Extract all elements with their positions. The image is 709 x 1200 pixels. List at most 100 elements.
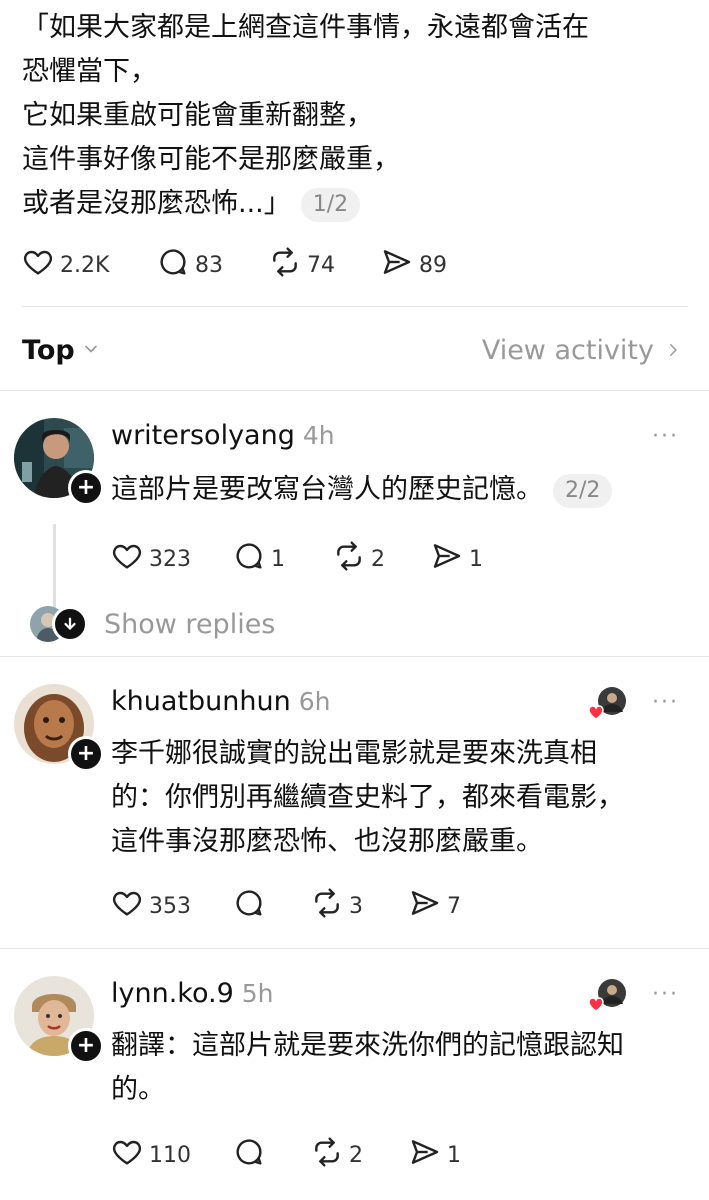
show-replies-link[interactable]: Show replies	[104, 609, 275, 640]
page-indicator[interactable]: 1/2	[300, 187, 361, 222]
post-line: 或者是沒那麼恐怖...」 1/2	[22, 182, 682, 226]
heart-icon	[111, 540, 149, 578]
repost-icon	[333, 540, 371, 578]
comment-bubble-icon	[233, 1136, 271, 1174]
share-count: 1	[447, 1142, 461, 1168]
heart-icon	[111, 887, 149, 925]
like-button[interactable]: 2.2K	[22, 246, 157, 284]
reply-line: 這件事沒那麼恐怖、也沒那麼嚴重。	[111, 826, 543, 857]
reply-text: 李千娜很誠實的說出電影就是要來洗真相 的：你們別再繼續查史料了，都來看電影， 這…	[111, 732, 624, 864]
repost-count: 2	[349, 1142, 363, 1168]
repost-count: 3	[349, 893, 363, 919]
share-button[interactable]: 1	[431, 540, 511, 578]
share-count: 89	[419, 252, 447, 278]
repost-icon	[311, 887, 349, 925]
heart-icon	[22, 246, 60, 284]
like-button[interactable]: 323	[111, 540, 233, 578]
plus-icon: +	[76, 1033, 96, 1058]
post-line: 這件事好像可能不是那麼嚴重，	[22, 144, 400, 175]
send-icon	[431, 540, 469, 578]
comment-count: 1	[271, 546, 285, 572]
repost-icon	[311, 1136, 349, 1174]
username[interactable]: writersolyang	[111, 420, 295, 451]
post-line: 它如果重啟可能會重新翻整，	[22, 100, 373, 131]
post-line-text: 或者是沒那麼恐怖...」	[22, 188, 291, 219]
repost-button[interactable]: 3	[311, 887, 409, 925]
reply-text: 翻譯：這部片就是要來洗你們的記憶跟認知 的。	[111, 1024, 624, 1112]
username[interactable]: lynn.ko.9	[111, 978, 234, 1009]
more-options-button[interactable]: ···	[652, 690, 679, 715]
username[interactable]: khuatbunhun	[111, 686, 291, 717]
like-button[interactable]: 110	[111, 1136, 233, 1174]
sort-label: Top	[22, 334, 75, 366]
like-button[interactable]: 353	[111, 887, 233, 925]
like-count: 353	[149, 893, 191, 919]
send-icon	[409, 1136, 447, 1174]
reply-actions: 323 1 2 1	[111, 540, 511, 578]
more-dots-icon: ···	[652, 690, 679, 715]
like-count: 323	[149, 546, 191, 572]
reply-line: 李千娜很誠實的說出電影就是要來洗真相	[111, 738, 597, 769]
reply-actions: 110 2 1	[111, 1136, 489, 1174]
follow-button[interactable]: +	[68, 1028, 104, 1064]
reply-header: khuatbunhun 6h	[111, 686, 330, 717]
share-button[interactable]: 1	[409, 1136, 489, 1174]
view-activity-label: View activity	[481, 334, 654, 366]
repost-button[interactable]: 2	[311, 1136, 409, 1174]
more-options-button[interactable]: ···	[652, 424, 679, 449]
repost-button[interactable]: 74	[269, 246, 381, 284]
divider	[0, 656, 709, 657]
reply-line: 的。	[111, 1074, 165, 1105]
follow-button[interactable]: +	[68, 736, 104, 772]
liked-by-author-badge	[588, 686, 628, 722]
more-dots-icon: ···	[652, 982, 679, 1007]
post-body: 「如果大家都是上網查這件事情，永遠都會活在 恐懼當下， 它如果重啟可能會重新翻整…	[22, 6, 682, 226]
reply-header: lynn.ko.9 5h	[111, 978, 274, 1009]
heart-icon	[111, 1136, 149, 1174]
send-icon	[409, 887, 447, 925]
repost-count: 2	[371, 546, 385, 572]
comment-bubble-icon	[233, 887, 271, 925]
chevron-right-icon	[654, 335, 682, 366]
comment-button[interactable]: 1	[233, 540, 333, 578]
liked-by-author-badge	[588, 978, 628, 1014]
plus-icon: +	[76, 741, 96, 766]
comment-button[interactable]	[233, 887, 311, 925]
post-line: 「如果大家都是上網查這件事情，永遠都會活在	[22, 12, 589, 43]
sort-dropdown[interactable]: Top	[22, 335, 101, 366]
repost-button[interactable]: 2	[333, 540, 431, 578]
thread-line	[53, 524, 56, 616]
comment-bubble-icon	[157, 246, 195, 284]
divider	[22, 306, 688, 307]
divider	[0, 390, 709, 391]
comment-button[interactable]	[233, 1136, 311, 1174]
like-count: 2.2K	[60, 252, 110, 278]
post-actions: 2.2K 83 74 89	[22, 246, 481, 284]
reply-line: 的：你們別再繼續查史料了，都來看電影，	[111, 782, 624, 813]
show-replies-row[interactable]: Show replies	[30, 606, 275, 642]
share-button[interactable]: 7	[409, 887, 489, 925]
repost-icon	[269, 246, 307, 284]
page-indicator[interactable]: 2/2	[553, 473, 613, 508]
sort-row: Top View activity	[22, 330, 682, 370]
repost-count: 74	[307, 252, 335, 278]
plus-icon: +	[76, 475, 96, 500]
comment-bubble-icon	[233, 540, 271, 578]
send-icon	[381, 246, 419, 284]
follow-button[interactable]: +	[68, 470, 104, 506]
timestamp: 5h	[241, 979, 274, 1008]
divider	[0, 948, 709, 949]
timestamp: 4h	[302, 421, 335, 450]
comment-count: 83	[195, 252, 223, 278]
comment-button[interactable]: 83	[157, 246, 269, 284]
like-count: 110	[149, 1142, 191, 1168]
reply-line: 翻譯：這部片就是要來洗你們的記憶跟認知	[111, 1030, 624, 1061]
view-activity-link[interactable]: View activity	[482, 335, 682, 366]
share-button[interactable]: 89	[381, 246, 481, 284]
share-count: 1	[469, 546, 483, 572]
reply-actions: 353 3 7	[111, 887, 489, 925]
more-dots-icon: ···	[652, 424, 679, 449]
timestamp: 6h	[298, 687, 331, 716]
more-options-button[interactable]: ···	[652, 982, 679, 1007]
reply-header: writersolyang 4h	[111, 420, 335, 451]
